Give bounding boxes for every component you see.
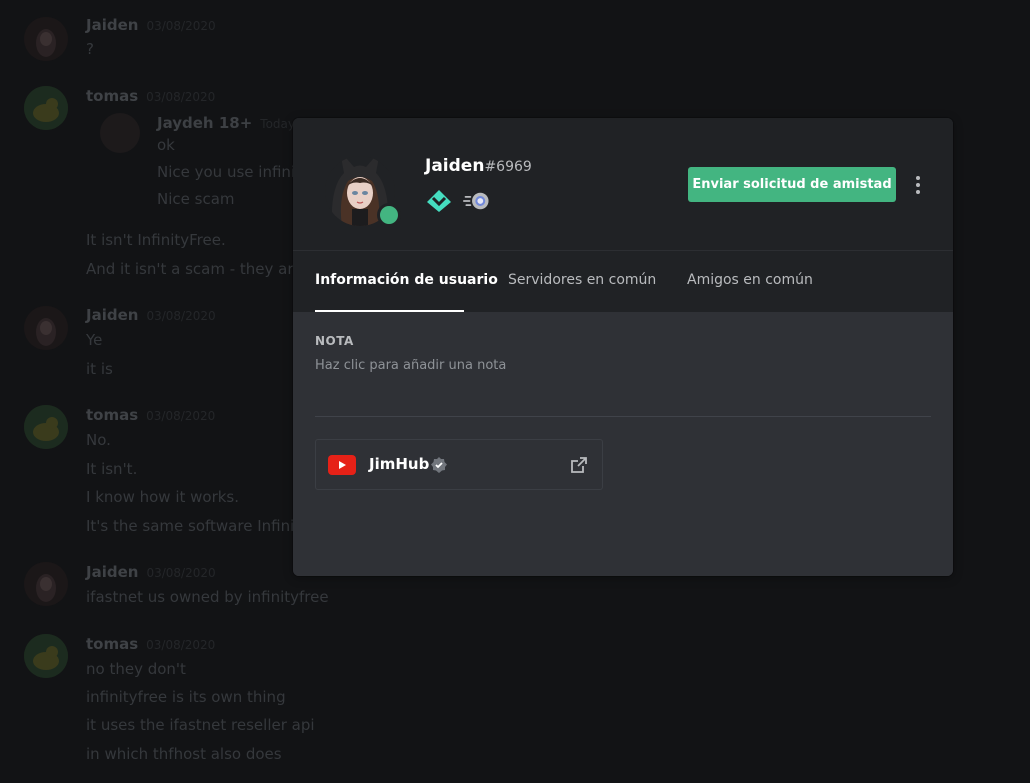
user-info-panel: NOTA Haz clic para añadir una nota JimHu… — [293, 312, 953, 576]
tab-user-info[interactable]: Información de usuario — [315, 272, 498, 288]
tab-mutual-friends[interactable]: Amigos en común — [687, 272, 813, 288]
message-text: no they don't — [86, 660, 186, 678]
profile-header: Jaiden#6969 Enviar solicitud de amistad — [293, 118, 953, 250]
profile-tabs: Información de usuario Servidores en com… — [293, 250, 953, 313]
nitro-icon[interactable] — [463, 188, 491, 214]
reply-text: ok — [157, 136, 175, 154]
note-input[interactable]: Haz clic para añadir una nota — [315, 358, 506, 373]
reply-text: Nice you use infinity — [157, 163, 310, 181]
reply-author: Jaydeh 18+ Today at — [157, 114, 311, 132]
message-text: Ye — [86, 331, 103, 349]
message-author[interactable]: Jaiden 03/08/2020 — [86, 16, 216, 34]
message-author[interactable]: Jaiden 03/08/2020 — [86, 306, 216, 324]
message-text: ifastnet us owned by infinityfree — [86, 588, 329, 606]
message-text: ? — [86, 40, 94, 58]
message-text: it is — [86, 360, 113, 378]
message-text: I know how it works. — [86, 488, 240, 506]
user-profile-modal: Jaiden#6969 Enviar solicitud de amistad … — [293, 118, 953, 576]
tab-mutual-servers[interactable]: Servidores en común — [508, 272, 656, 288]
message-text: And it isn't a scam - they are — [86, 260, 303, 278]
connected-account-name: JimHub — [369, 455, 430, 473]
avatar[interactable] — [24, 306, 68, 350]
message-text: No. — [86, 431, 111, 449]
message-author[interactable]: tomas 03/08/2020 — [86, 87, 215, 105]
message-text: it uses the ifastnet reseller api — [86, 716, 315, 734]
connected-account: JimHub — [315, 439, 603, 490]
hypesquad-balance-icon[interactable] — [425, 188, 453, 214]
profile-username: Jaiden#6969 — [425, 156, 532, 176]
message-author[interactable]: tomas 03/08/2020 — [86, 406, 215, 424]
message-text: It isn't. — [86, 460, 138, 478]
reply-avatar — [100, 113, 140, 153]
avatar[interactable] — [24, 405, 68, 449]
message-text: in which thfhost also does — [86, 745, 282, 763]
message-text: It isn't InfinityFree. — [86, 231, 226, 249]
divider — [315, 416, 931, 417]
badge-list — [425, 188, 491, 214]
message-text: infinityfree is its own thing — [86, 688, 286, 706]
message-text: It's the same software Infinit — [86, 517, 301, 535]
avatar[interactable] — [24, 17, 68, 61]
message-author[interactable]: tomas 03/08/2020 — [86, 635, 215, 653]
avatar[interactable] — [24, 634, 68, 678]
more-options-icon[interactable] — [909, 174, 927, 196]
verified-icon — [431, 457, 447, 477]
online-status-icon — [377, 203, 401, 227]
message-author[interactable]: Jaiden 03/08/2020 — [86, 563, 216, 581]
note-title: NOTA — [315, 334, 354, 348]
send-friend-request-button[interactable]: Enviar solicitud de amistad — [688, 167, 896, 202]
avatar[interactable] — [24, 86, 68, 130]
external-link-icon[interactable] — [570, 456, 588, 478]
avatar[interactable] — [24, 562, 68, 606]
reply-text: Nice scam — [157, 190, 235, 208]
youtube-icon — [328, 455, 356, 479]
